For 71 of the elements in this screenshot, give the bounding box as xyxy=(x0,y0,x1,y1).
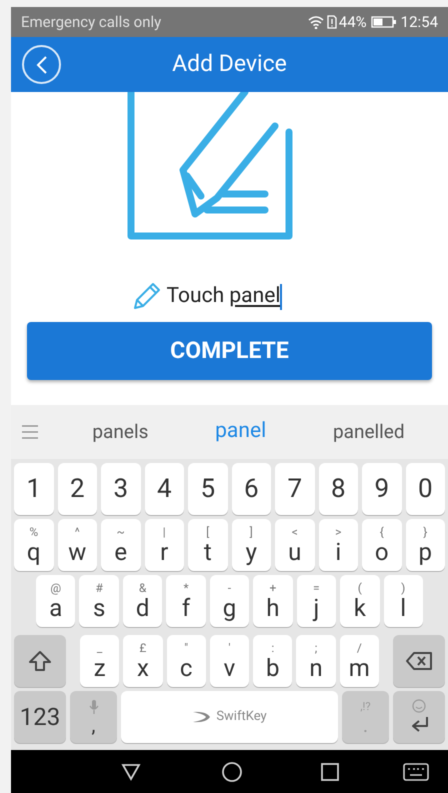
carrier-text: Emergency calls only xyxy=(21,12,162,33)
keyboard-key[interactable]: > i xyxy=(318,519,358,571)
keyboard-key[interactable]: ' v xyxy=(210,635,250,687)
keyboard-key[interactable]: : b xyxy=(253,635,292,687)
battery-percent: 44% xyxy=(338,12,367,33)
symbols-key[interactable]: 123 xyxy=(14,691,66,743)
keyboard-key[interactable]: ] y xyxy=(232,519,271,571)
circle-home-icon xyxy=(221,760,243,782)
square-recents-icon xyxy=(321,762,339,780)
swiftkey-logo-icon xyxy=(192,711,212,723)
triangle-back-icon xyxy=(121,762,141,780)
keyboard-key[interactable]: } p xyxy=(406,519,445,571)
keyboard-key[interactable]: 1 xyxy=(14,463,54,515)
keyboard-key[interactable]: 3 xyxy=(101,463,140,515)
home-nav-button[interactable] xyxy=(221,760,243,782)
keyboard-key[interactable]: " c xyxy=(166,635,206,687)
keyboard-key[interactable]: ^ w xyxy=(58,519,97,571)
wifi-icon xyxy=(308,16,324,28)
keyboard-key[interactable]: ~ e xyxy=(101,519,140,571)
back-button[interactable] xyxy=(22,45,61,84)
keyboard-key[interactable]: | r xyxy=(144,519,184,571)
microphone-icon xyxy=(88,699,98,715)
battery-icon xyxy=(370,16,397,28)
comma-key[interactable]: , xyxy=(70,691,117,743)
keyboard-key[interactable]: * f xyxy=(166,575,206,627)
keyboard-key[interactable]: ; n xyxy=(296,635,336,687)
keyboard-key[interactable]: 2 xyxy=(58,463,97,515)
keyboard-key[interactable]: 7 xyxy=(275,463,314,515)
enter-key[interactable] xyxy=(393,691,445,743)
keyboard-key[interactable]: < u xyxy=(275,519,314,571)
keyboard-key[interactable]: { o xyxy=(362,519,402,571)
keyboard-key[interactable]: = j xyxy=(296,575,336,627)
keyboard-key[interactable]: & d xyxy=(122,575,162,627)
keyboard-key[interactable]: 4 xyxy=(144,463,184,515)
keyboard-key[interactable]: [ t xyxy=(188,519,228,571)
space-key[interactable]: SwiftKey xyxy=(121,691,338,743)
text-cursor xyxy=(280,284,282,310)
keyboard-key[interactable]: - g xyxy=(210,575,250,627)
shift-key[interactable] xyxy=(14,635,66,687)
menu-icon xyxy=(21,425,39,439)
recents-nav-button[interactable] xyxy=(321,762,339,780)
shift-icon xyxy=(28,650,52,672)
chevron-left-icon xyxy=(36,56,48,74)
keyboard-key[interactable]: @ a xyxy=(36,575,76,627)
clock-time: 12:54 xyxy=(400,12,438,33)
keyboard-key[interactable]: 9 xyxy=(362,463,402,515)
keyboard-key[interactable]: 5 xyxy=(188,463,228,515)
typed-text: Touch xyxy=(166,284,224,308)
keyboard-key[interactable]: / m xyxy=(340,635,379,687)
keyboard-key[interactable]: % q xyxy=(14,519,54,571)
backspace-key[interactable] xyxy=(392,635,445,687)
keyboard-key[interactable]: ( k xyxy=(340,575,380,627)
suggestion-item[interactable]: panels xyxy=(92,416,148,448)
device-name-field[interactable]: Touch panel xyxy=(130,280,282,314)
keyboard-key[interactable]: + h xyxy=(253,575,293,627)
keyboard-key[interactable]: 6 xyxy=(232,463,271,515)
keyboard-key[interactable]: £ x xyxy=(123,635,163,687)
sim-icon xyxy=(326,15,337,29)
composing-word: panel xyxy=(229,284,280,308)
complete-button[interactable]: COMPLETE xyxy=(27,322,432,380)
keyboard-toggle-button[interactable] xyxy=(403,762,429,780)
suggestion-item[interactable]: panelled xyxy=(332,416,405,448)
keyboard-icon xyxy=(403,762,429,780)
screen-title: Add Device xyxy=(172,49,287,80)
keyboard-key[interactable]: _ z xyxy=(80,635,120,687)
backspace-icon xyxy=(404,651,433,671)
keyboard-key[interactable]: ) l xyxy=(384,575,423,627)
back-nav-button[interactable] xyxy=(121,762,141,780)
keyboard-key[interactable]: 0 xyxy=(406,463,445,515)
keyboard-key[interactable]: 8 xyxy=(318,463,358,515)
keyboard-key[interactable]: # s xyxy=(79,575,119,627)
